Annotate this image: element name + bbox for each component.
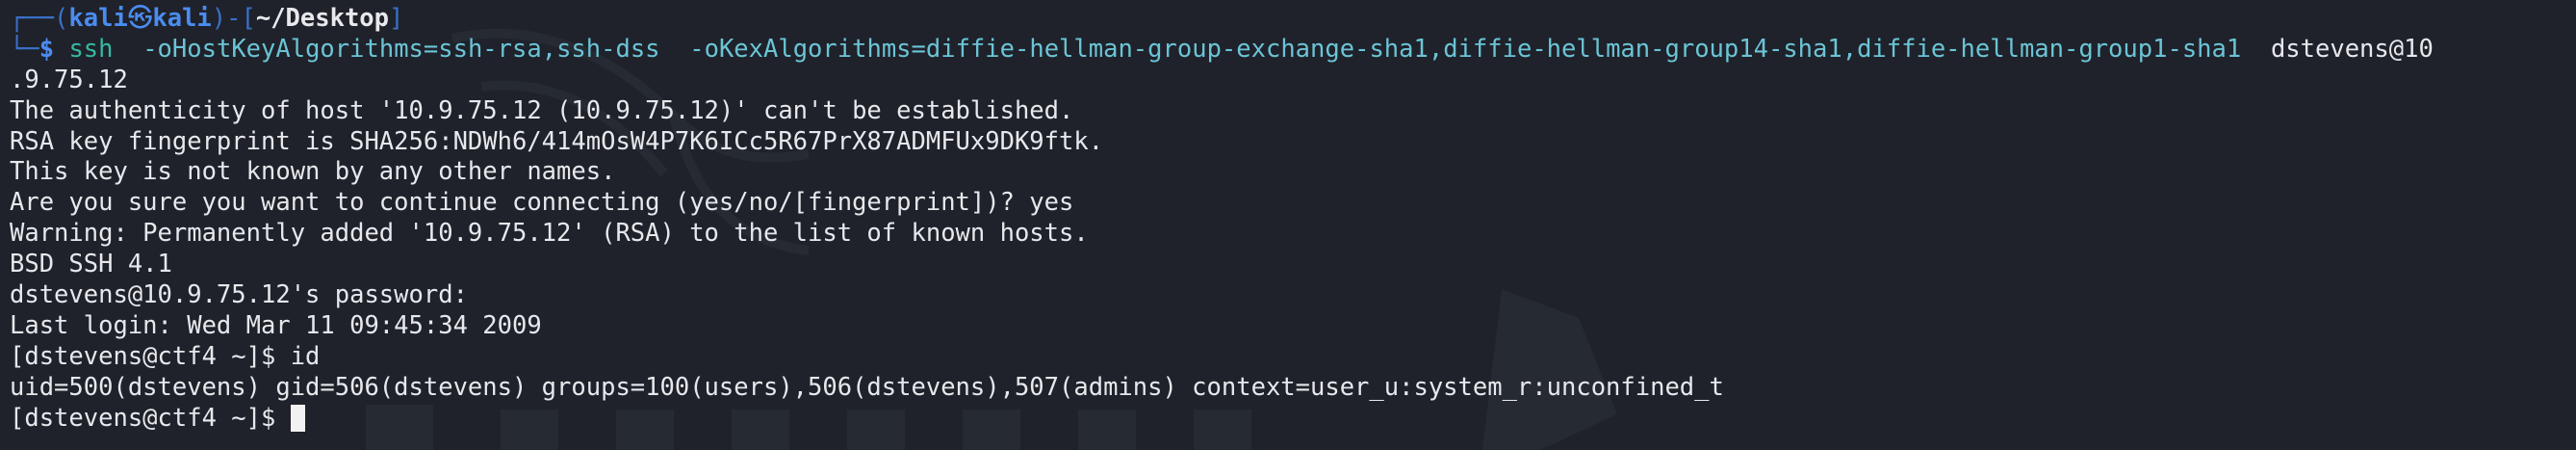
prompt-host: kali [152, 4, 212, 33]
text-cursor[interactable] [290, 404, 305, 432]
output-line: This key is not known by any other names… [10, 157, 616, 187]
prompt-at-symbol: ㉿ [127, 4, 153, 33]
terminal-window[interactable]: ┌──(kali㉿kali)-[~/Desktop] └─$ ssh -oHos… [0, 0, 2576, 450]
output-line: Last login: Wed Mar 11 09:45:34 2009 [10, 310, 542, 340]
terminal-output: ┌──(kali㉿kali)-[~/Desktop] └─$ ssh -oHos… [10, 4, 2576, 434]
output-line: [dstevens@ctf4 ~]$ id [10, 341, 321, 371]
prompt-frame-mid: )-[ [211, 4, 256, 33]
command-args: -oHostKeyAlgorithms=ssh-rsa,ssh-dss -oKe… [113, 34, 2271, 64]
output-line: dstevens@10.9.75.12's password: [10, 280, 483, 310]
output-line: uid=500(dstevens) gid=506(dstevens) grou… [10, 372, 1724, 402]
output-line: RSA key fingerprint is SHA256:NDWh6/414m… [10, 126, 1104, 156]
output-line: .9.75.12 [10, 65, 128, 94]
prompt-cwd: ~/Desktop [255, 4, 390, 33]
remote-prompt-line[interactable]: [dstevens@ctf4 ~]$ [10, 404, 2576, 435]
command-line: └─$ ssh -oHostKeyAlgorithms=ssh-rsa,ssh-… [10, 35, 2576, 66]
prompt-dollar: $ [39, 34, 55, 64]
prompt-frame-bottom: └─ [10, 34, 39, 64]
command-name: ssh [68, 34, 114, 64]
prompt-header-line: ┌──(kali㉿kali)-[~/Desktop] [10, 4, 2576, 35]
command-target: dstevens@10 [2270, 34, 2434, 64]
output-line: Warning: Permanently added '10.9.75.12' … [10, 219, 1089, 249]
remote-prompt: [dstevens@ctf4 ~]$ [10, 403, 291, 433]
output-line: The authenticity of host '10.9.75.12 (10… [10, 95, 1074, 125]
output-line: BSD SSH 4.1 [10, 250, 172, 279]
prompt-user: kali [68, 4, 128, 33]
prompt-frame-open: ┌──( [10, 4, 69, 33]
prompt-frame-close: ] [389, 4, 404, 33]
output-line: Are you sure you want to continue connec… [10, 188, 1074, 218]
